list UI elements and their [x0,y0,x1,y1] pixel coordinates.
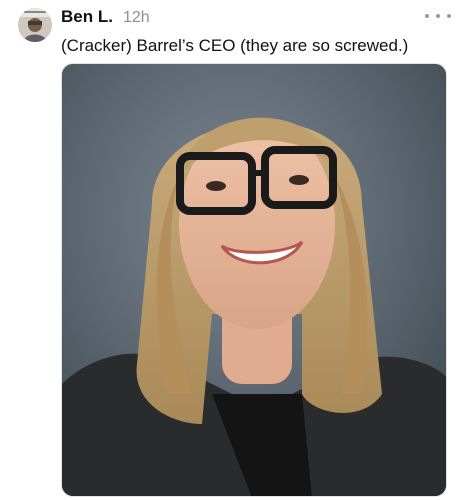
more-dot [436,14,440,18]
more-horizontal-icon [425,14,429,18]
avatar-image [18,8,52,42]
post-image[interactable] [61,63,447,497]
post-timestamp: 12h [122,9,150,26]
more-options-button[interactable] [425,6,451,26]
author-name[interactable]: Ben L. [61,7,113,27]
post-card: Ben L. 12h (Cracker) Barrel’s CEO (they … [0,0,464,500]
avatar[interactable] [18,8,52,42]
post-header: Ben L. 12h [61,7,150,29]
portrait-photo [62,64,446,496]
post-text: (Cracker) Barrel’s CEO (they are so scre… [61,36,409,55]
more-dot [447,14,451,18]
